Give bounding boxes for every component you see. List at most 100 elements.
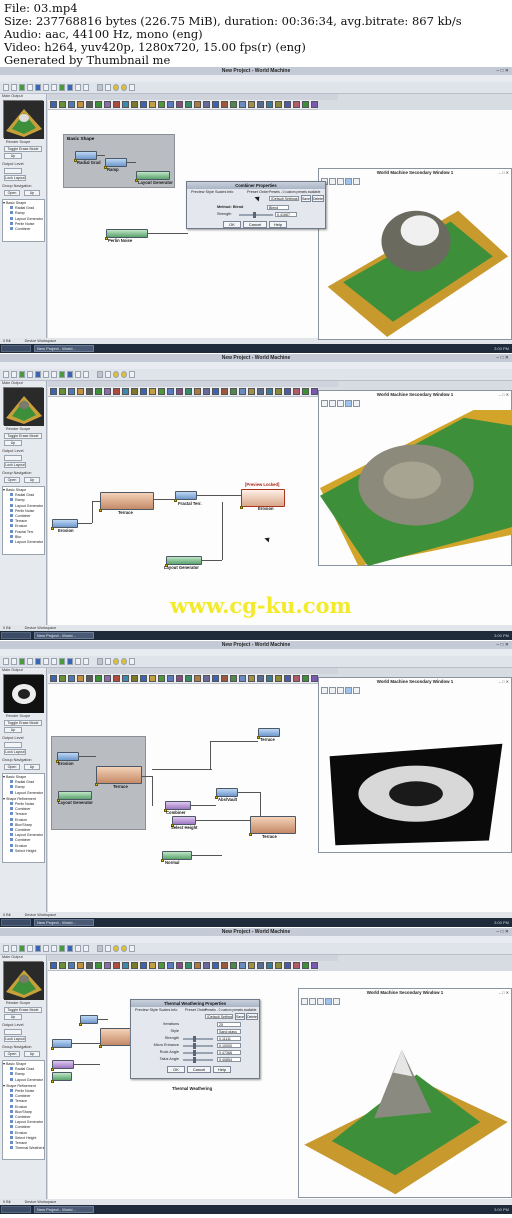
device-icon[interactable] — [284, 101, 291, 108]
device-icon[interactable] — [140, 101, 147, 108]
device-icon[interactable] — [176, 962, 183, 969]
toolbar-button-icon[interactable] — [27, 371, 33, 378]
toolbar-button-icon[interactable] — [67, 371, 73, 378]
node-erosion[interactable] — [51, 1039, 72, 1050]
device-icon[interactable] — [131, 388, 138, 395]
node-select-height[interactable] — [171, 816, 196, 827]
device-icon[interactable] — [239, 388, 246, 395]
output-level-select[interactable] — [4, 1029, 22, 1035]
lock-layout-button[interactable]: Lock Layout — [4, 175, 26, 181]
start-button[interactable] — [1, 919, 31, 926]
toolbar-button-icon[interactable] — [35, 945, 41, 952]
viewport-tool-icon[interactable] — [353, 400, 360, 407]
help-button[interactable]: Help — [269, 221, 287, 228]
device-icon[interactable] — [122, 388, 129, 395]
device-icon[interactable] — [194, 388, 201, 395]
device-icon[interactable] — [239, 101, 246, 108]
node-abs-vault[interactable] — [215, 788, 238, 799]
toolbar-button-icon[interactable] — [19, 945, 25, 952]
device-icon[interactable] — [50, 675, 57, 682]
viewport-tool-icon[interactable] — [345, 178, 352, 185]
tree-item[interactable]: Layout Generator — [3, 540, 44, 545]
zoom-button[interactable]: Up — [4, 153, 22, 159]
up-group-button[interactable]: Up — [24, 764, 40, 770]
toggle-erase-button[interactable]: Toggle Erase Mode — [4, 146, 42, 152]
toolbar-button-icon[interactable] — [19, 84, 25, 91]
node-layout-generator[interactable] — [135, 171, 170, 182]
viewport-tool-icon[interactable] — [325, 998, 332, 1005]
open-group-button[interactable]: Open — [4, 190, 20, 196]
viewport-tool-icon[interactable] — [321, 687, 328, 694]
preset-save-button[interactable]: Save — [235, 1013, 245, 1020]
device-icon[interactable] — [284, 962, 291, 969]
device-icon[interactable] — [185, 388, 192, 395]
device-icon[interactable] — [311, 388, 318, 395]
toolbar-button-icon[interactable] — [83, 945, 89, 952]
toolbar-button-icon[interactable] — [51, 84, 57, 91]
toolbar-button-icon[interactable] — [19, 658, 25, 665]
toolbar-button-icon[interactable] — [113, 84, 119, 91]
device-icon[interactable] — [302, 675, 309, 682]
toolbar-button-icon[interactable] — [43, 84, 49, 91]
device-icon[interactable] — [266, 962, 273, 969]
up-group-button[interactable]: Up — [24, 477, 40, 483]
secondary-window-controls[interactable]: – □ ✕ — [499, 990, 509, 995]
toolbar-button-icon[interactable] — [97, 658, 103, 665]
device-icon[interactable] — [248, 101, 255, 108]
toolbar-button-icon[interactable] — [75, 84, 81, 91]
node-output-port[interactable] — [79, 1023, 82, 1026]
device-icon[interactable] — [59, 388, 66, 395]
viewport-tool-icon[interactable] — [345, 687, 352, 694]
toolbar-button-icon[interactable] — [27, 658, 33, 665]
device-icon[interactable] — [257, 388, 264, 395]
device-icon[interactable] — [149, 962, 156, 969]
toolbar-button-icon[interactable] — [113, 945, 119, 952]
device-icon[interactable] — [158, 101, 165, 108]
toolbar-button-icon[interactable] — [11, 84, 17, 91]
node-normal[interactable] — [161, 851, 192, 862]
toolbar-button-icon[interactable] — [59, 371, 65, 378]
secondary-window-controls[interactable]: – □ ✕ — [499, 170, 509, 175]
window-controls[interactable]: – □ ✕ — [496, 642, 509, 648]
preset-select[interactable]: (Default Settings) — [269, 196, 299, 201]
toolbar-button-icon[interactable] — [129, 945, 135, 952]
toolbar-button-icon[interactable] — [67, 84, 73, 91]
device-icon[interactable] — [68, 388, 75, 395]
device-icon[interactable] — [248, 388, 255, 395]
device-icon[interactable] — [167, 962, 174, 969]
device-icon[interactable] — [104, 962, 111, 969]
toolbar-button-icon[interactable] — [3, 658, 9, 665]
device-icon[interactable] — [50, 962, 57, 969]
toolbar-button-icon[interactable] — [27, 945, 33, 952]
toolbar-button-icon[interactable] — [43, 658, 49, 665]
terrain-3d-render[interactable] — [320, 188, 512, 340]
viewport-tool-icon[interactable] — [329, 687, 336, 694]
strength-slider[interactable] — [239, 212, 273, 218]
node-layout-generator[interactable] — [57, 791, 92, 802]
device-icon[interactable] — [59, 101, 66, 108]
device-icon[interactable] — [131, 962, 138, 969]
slider-knob[interactable] — [193, 1043, 196, 1049]
device-icon[interactable] — [185, 962, 192, 969]
device-icon[interactable] — [95, 675, 102, 682]
device-icon[interactable] — [185, 675, 192, 682]
toolbar-button-icon[interactable] — [105, 945, 111, 952]
device-icon[interactable] — [167, 101, 174, 108]
device-icon[interactable] — [203, 388, 210, 395]
toolbar-button-icon[interactable] — [3, 945, 9, 952]
strength-value-field[interactable]: 0.41667 — [275, 212, 297, 217]
taskbar-app-button[interactable]: New Project - World... — [34, 345, 94, 352]
toolbar-button-icon[interactable] — [51, 945, 57, 952]
device-icon[interactable] — [77, 388, 84, 395]
output-level-select[interactable] — [4, 168, 22, 174]
toolbar-button-icon[interactable] — [129, 371, 135, 378]
device-icon[interactable] — [95, 101, 102, 108]
toolbar-button-icon[interactable] — [83, 84, 89, 91]
lock-layout-button[interactable]: Lock Layout — [4, 749, 26, 755]
toggle-erase-button[interactable]: Toggle Erase Mode — [4, 433, 42, 439]
device-icon[interactable] — [293, 388, 300, 395]
device-icon[interactable] — [203, 101, 210, 108]
toolbar-button-icon[interactable] — [97, 371, 103, 378]
device-icon[interactable] — [140, 962, 147, 969]
toolbar-button-icon[interactable] — [67, 658, 73, 665]
